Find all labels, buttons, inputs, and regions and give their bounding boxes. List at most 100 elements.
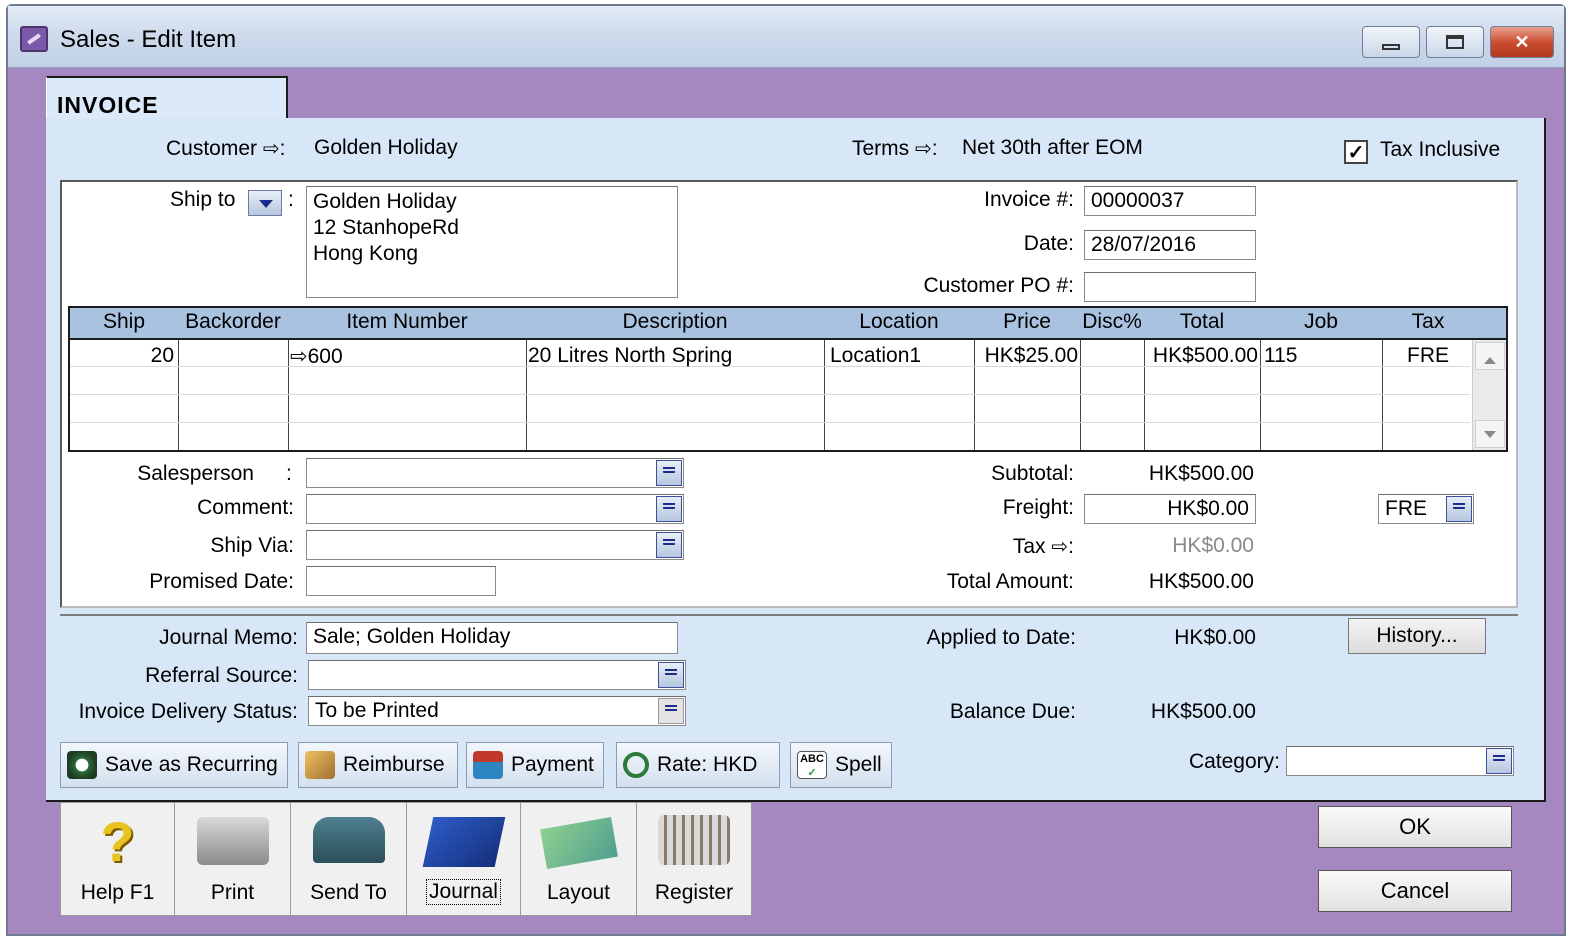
freight-tax-code-combo[interactable]: FRE <box>1378 494 1474 524</box>
col-location[interactable]: Location <box>824 310 974 334</box>
item-zoom-arrow-icon[interactable]: ⇨ <box>290 345 308 368</box>
window-title: Sales - Edit Item <box>60 26 237 53</box>
minimize-icon <box>1382 44 1400 50</box>
journal-book-icon <box>422 817 505 867</box>
list-icon[interactable] <box>656 460 682 486</box>
total-amount-value: HK$500.00 <box>1148 570 1254 593</box>
customer-po-field[interactable] <box>1084 272 1256 302</box>
date-label: Date: <box>1023 232 1074 255</box>
history-button[interactable]: History... <box>1348 618 1486 654</box>
dropdown-arrow-icon[interactable] <box>658 698 684 724</box>
cell-price[interactable]: HK$25.00 <box>974 344 1078 368</box>
cell-total[interactable]: HK$500.00 <box>1144 344 1258 368</box>
cell-location[interactable]: Location1 <box>830 344 921 368</box>
layout-button[interactable]: Layout <box>521 803 637 915</box>
journal-memo-field[interactable]: Sale; Golden Holiday <box>306 622 678 654</box>
minimize-button[interactable] <box>1362 26 1420 58</box>
print-button[interactable]: Print <box>175 803 291 915</box>
row-divider <box>70 366 1470 367</box>
category-combo[interactable] <box>1286 746 1514 776</box>
ship-via-combo[interactable] <box>306 530 684 560</box>
freight-field[interactable]: HK$0.00 <box>1084 494 1256 524</box>
referral-source-label: Referral Source: <box>145 664 298 687</box>
terms-value: Net 30th after EOM <box>962 136 1143 159</box>
list-icon[interactable] <box>656 532 682 558</box>
col-description[interactable]: Description <box>526 310 824 334</box>
col-price[interactable]: Price <box>974 310 1080 334</box>
maximize-button[interactable] <box>1426 26 1484 58</box>
ship-to-dropdown-button[interactable] <box>248 190 282 216</box>
ship-to-colon: : <box>288 188 294 211</box>
payment-button[interactable]: Payment <box>466 742 604 788</box>
customer-value[interactable]: Golden Holiday <box>314 136 458 160</box>
salesperson-combo[interactable] <box>306 458 684 488</box>
print-label: Print <box>210 881 255 904</box>
list-icon[interactable] <box>1446 496 1472 522</box>
column-divider <box>178 340 179 450</box>
col-backorder[interactable]: Backorder <box>178 310 288 334</box>
cancel-button[interactable]: Cancel <box>1318 870 1512 912</box>
col-total[interactable]: Total <box>1144 310 1260 334</box>
scroll-down-icon[interactable] <box>1475 420 1505 448</box>
col-ship[interactable]: Ship <box>70 310 178 334</box>
cell-tax[interactable]: FRE <box>1382 344 1474 368</box>
promised-date-label: Promised Date: <box>149 570 294 593</box>
tax-zoom-arrow-icon[interactable]: ⇨ <box>1051 536 1068 558</box>
promised-date-field[interactable] <box>306 566 496 596</box>
scroll-up-icon[interactable] <box>1475 342 1505 370</box>
reimburse-button[interactable]: Reimburse <box>298 742 458 788</box>
row-divider <box>70 422 1470 423</box>
list-icon[interactable] <box>656 496 682 522</box>
journal-button[interactable]: Journal <box>407 803 521 915</box>
exchange-rate-button[interactable]: Rate: HKD <box>616 742 780 788</box>
save-as-recurring-label: Save as Recurring <box>105 753 278 776</box>
tax-inclusive-checkbox[interactable]: ✓ <box>1344 140 1368 164</box>
terms-label-text: Terms <box>852 137 910 160</box>
table-scrollbar[interactable] <box>1472 340 1506 450</box>
list-icon[interactable] <box>658 662 684 688</box>
help-button[interactable]: ? Help F1 <box>61 803 175 915</box>
address-line: Golden Holiday <box>313 190 457 213</box>
freight-tax-code: FRE <box>1385 497 1427 520</box>
tab-invoice[interactable]: INVOICE <box>46 76 288 122</box>
date-field[interactable]: 28/07/2016 <box>1084 230 1256 260</box>
app-icon <box>20 26 48 52</box>
printer-icon <box>196 817 269 865</box>
payment-label: Payment <box>511 753 594 776</box>
send-to-button[interactable]: Send To <box>291 803 407 915</box>
spell-check-button[interactable]: ABC ✓ Spell <box>790 742 892 788</box>
journal-memo-label: Journal Memo: <box>159 626 298 649</box>
invoice-panel: Customer ⇨: Golden Holiday Terms ⇨: Net … <box>46 118 1546 802</box>
col-item-number[interactable]: Item Number <box>288 310 526 334</box>
applied-to-date-value: HK$0.00 <box>1174 626 1256 649</box>
referral-source-combo[interactable] <box>308 660 686 690</box>
ok-button[interactable]: OK <box>1318 806 1512 848</box>
customer-zoom-arrow-icon[interactable]: ⇨ <box>263 138 280 160</box>
terms-label: Terms ⇨: <box>852 137 938 160</box>
cell-item-number[interactable]: ⇨600 <box>290 344 343 369</box>
ship-to-address[interactable]: Golden Holiday 12 StanhopeRd Hong Kong <box>306 186 678 298</box>
invoice-number-field[interactable]: 00000037 <box>1084 186 1256 216</box>
cell-job[interactable]: 115 <box>1264 344 1297 368</box>
register-button[interactable]: Register <box>637 803 751 915</box>
tax-label: Tax ⇨: <box>1012 535 1074 558</box>
subtotal-label: Subtotal: <box>991 462 1074 485</box>
customer-label: Customer ⇨: <box>166 137 286 160</box>
tax-label-text: Tax <box>1012 535 1046 558</box>
invoice-body: Ship to : Golden Holiday 12 StanhopeRd H… <box>60 180 1518 608</box>
comment-combo[interactable] <box>306 494 684 524</box>
terms-zoom-arrow-icon[interactable]: ⇨ <box>915 138 932 160</box>
save-as-recurring-button[interactable]: Save as Recurring <box>60 742 288 788</box>
cell-ship[interactable]: 20 <box>70 344 174 368</box>
close-icon: ✕ <box>1514 31 1530 52</box>
list-icon[interactable] <box>1486 748 1512 774</box>
invoice-delivery-status-select[interactable]: To be Printed <box>308 696 686 726</box>
col-tax[interactable]: Tax <box>1382 310 1474 334</box>
cell-description[interactable]: 20 Litres North Spring <box>528 344 732 368</box>
close-button[interactable]: ✕ <box>1490 26 1554 58</box>
col-job[interactable]: Job <box>1260 310 1382 334</box>
row-divider <box>70 394 1470 395</box>
col-disc[interactable]: Disc% <box>1080 310 1144 334</box>
line-items-table: Ship Backorder Item Number Description L… <box>68 306 1508 452</box>
customer-label-text: Customer <box>166 137 258 160</box>
